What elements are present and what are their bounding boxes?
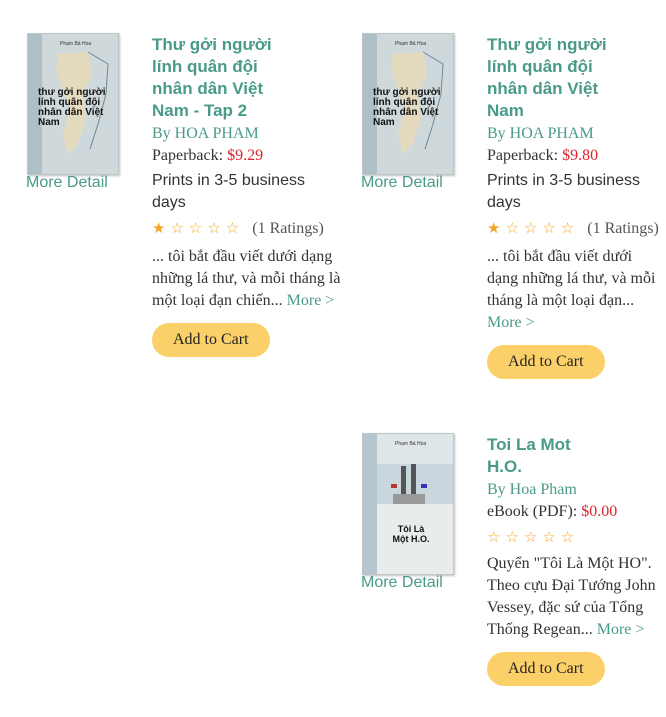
ratings-count: (1 Ratings) bbox=[252, 220, 324, 237]
description-text: ... tôi bắt đầu viết dưới dạng những lá … bbox=[487, 248, 656, 309]
author-link[interactable]: HOA PHAM bbox=[510, 125, 594, 142]
book-byline: By Hoa Pham bbox=[487, 479, 663, 501]
cover-title-text: Tôi Là Một H.O. bbox=[392, 524, 430, 544]
price: $0.00 bbox=[581, 503, 618, 520]
more-detail-link[interactable]: More Detail bbox=[361, 174, 471, 192]
add-to-cart-button[interactable]: Add to Cart bbox=[487, 345, 605, 379]
author-link[interactable]: HOA PHAM bbox=[175, 125, 259, 142]
author-link[interactable]: Hoa Pham bbox=[510, 481, 577, 498]
cover-author-text: Phạm Bá Hoa bbox=[395, 441, 427, 447]
book-description: ... tôi bắt đầu viết dưới dạng những lá … bbox=[487, 246, 663, 334]
star-rating-icon: ★☆☆☆☆ bbox=[152, 221, 245, 237]
more-detail-link[interactable]: More Detail bbox=[26, 174, 136, 192]
book-format: Paperback: $9.29 bbox=[152, 145, 342, 167]
by-label: By bbox=[152, 125, 171, 142]
statue-cover-art bbox=[363, 434, 453, 574]
book-cover-image[interactable]: Phạm Bá Hoa Tôi Là Một H.O. bbox=[362, 433, 454, 575]
book-info: Toi La Mot H.O. By Hoa Pham eBook (PDF):… bbox=[487, 434, 663, 686]
book-info: Thư gởi người lính quân đội nhân dân Việ… bbox=[487, 34, 663, 379]
shipping-note: Prints in 3-5 business days bbox=[152, 172, 305, 211]
cover-title-text: thư gởi người lính quân đội nhân dân Việ… bbox=[38, 87, 106, 128]
format-label: Paperback: bbox=[152, 147, 224, 164]
more-link[interactable]: More > bbox=[287, 292, 335, 309]
price: $9.80 bbox=[562, 147, 599, 164]
book-cover-image[interactable]: Phạm Bá Hoa thư gởi người lính quân đội … bbox=[27, 33, 119, 175]
book-description: ... tôi bắt đầu viết dưới dạng những lá … bbox=[152, 246, 342, 312]
book-title-link[interactable]: Thư gởi người lính quân đội nhân dân Việ… bbox=[487, 34, 617, 122]
cover-title-text: thư gởi người lính quân đội nhân dân Việ… bbox=[373, 87, 441, 128]
shipping-note: Prints in 3-5 business days bbox=[487, 172, 640, 211]
cover-author-text: Phạm Bá Hoa bbox=[395, 41, 427, 47]
rating-row: ☆☆☆☆☆ bbox=[487, 527, 663, 549]
book-info: Thư gởi người lính quân đội nhân dân Việ… bbox=[152, 34, 342, 357]
by-label: By bbox=[487, 125, 506, 142]
format-label: eBook (PDF): bbox=[487, 503, 578, 520]
more-detail-link[interactable]: More Detail bbox=[361, 574, 471, 592]
book-title-link[interactable]: Thư gởi người lính quân đội nhân dân Việ… bbox=[152, 34, 282, 122]
book-byline: By HOA PHAM bbox=[487, 123, 663, 145]
book-description: Quyển "Tôi Là Một HO". Theo cựu Đại Tướn… bbox=[487, 553, 663, 641]
book-cover-image[interactable]: Phạm Bá Hoa thư gởi người lính quân đội … bbox=[362, 33, 454, 175]
star-rating-icon: ★☆☆☆☆ bbox=[487, 221, 580, 237]
add-to-cart-button[interactable]: Add to Cart bbox=[487, 652, 605, 686]
more-link[interactable]: More > bbox=[487, 314, 535, 331]
price: $9.29 bbox=[227, 147, 264, 164]
book-title-link[interactable]: Toi La Mot H.O. bbox=[487, 434, 587, 478]
star-rating-icon: ☆☆☆☆☆ bbox=[487, 530, 580, 546]
format-label: Paperback: bbox=[487, 147, 559, 164]
cover-author-text: Phạm Bá Hoa bbox=[60, 41, 92, 47]
book-format: Paperback: $9.80 bbox=[487, 145, 663, 167]
add-to-cart-button[interactable]: Add to Cart bbox=[152, 323, 270, 357]
rating-row: ★☆☆☆☆ (1 Ratings) bbox=[487, 218, 663, 240]
more-link[interactable]: More > bbox=[597, 621, 645, 638]
book-byline: By HOA PHAM bbox=[152, 123, 342, 145]
rating-row: ★☆☆☆☆ (1 Ratings) bbox=[152, 218, 342, 240]
book-format: eBook (PDF): $0.00 bbox=[487, 501, 663, 523]
by-label: By bbox=[487, 481, 506, 498]
ratings-count: (1 Ratings) bbox=[587, 220, 659, 237]
